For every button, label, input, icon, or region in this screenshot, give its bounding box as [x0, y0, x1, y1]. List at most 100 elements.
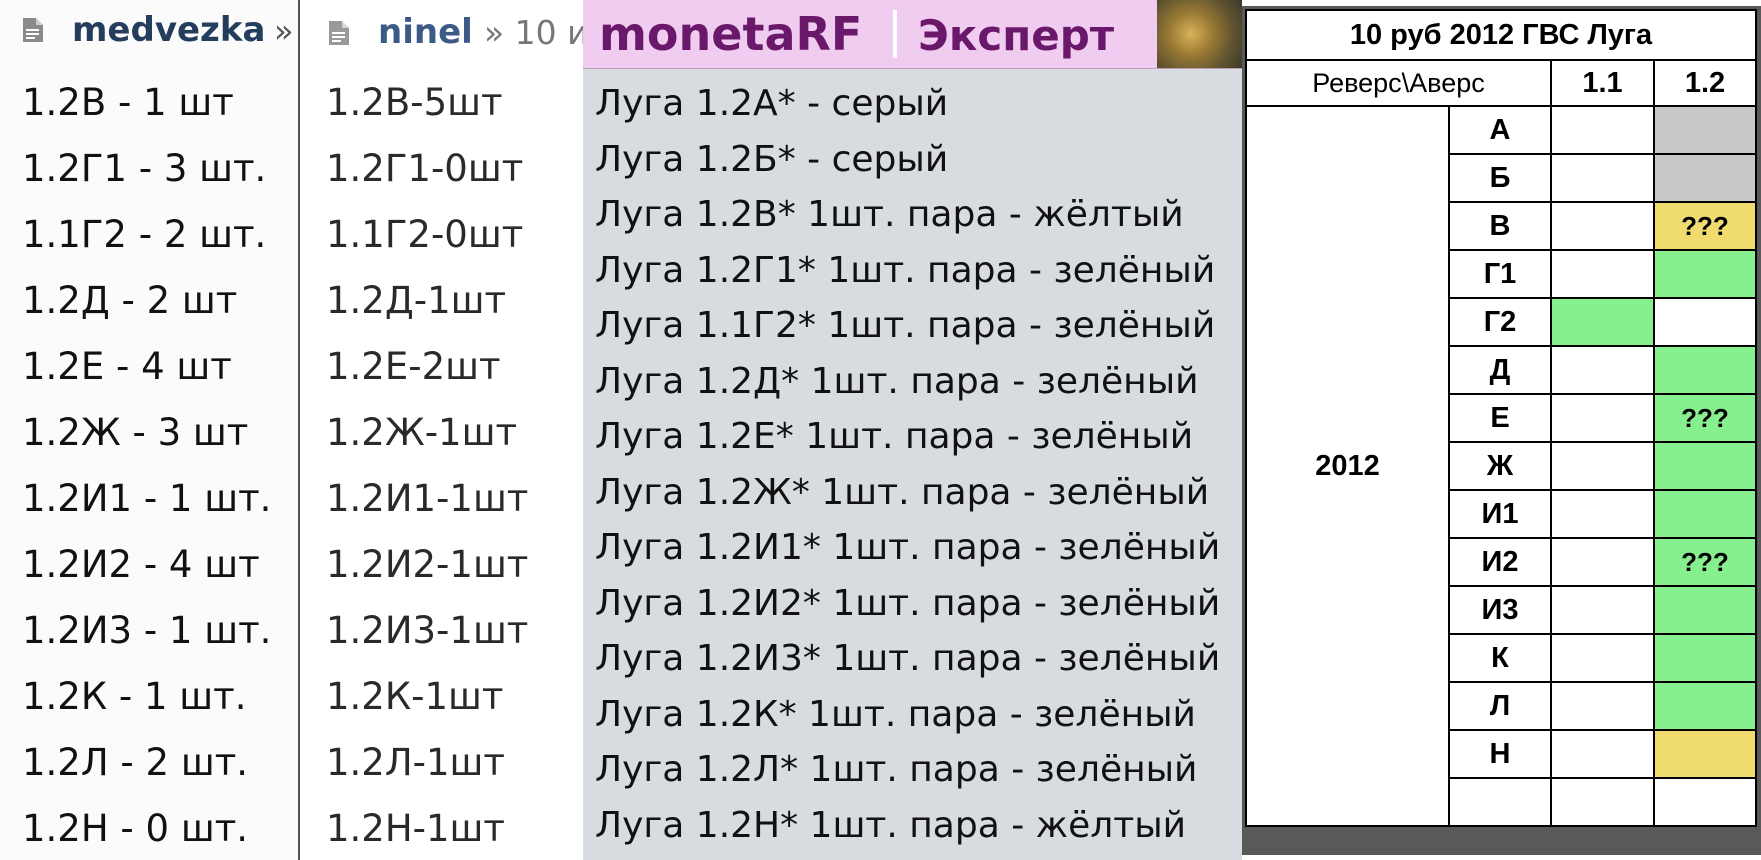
- status-cell-1-2: [1653, 681, 1757, 731]
- status-cell-1-1: [1550, 537, 1655, 587]
- username-link[interactable]: medvezka: [72, 10, 265, 50]
- status-cell-1-2: [1653, 153, 1757, 203]
- list-item: Луга 1.2Н* 1шт. пара - жёлтый: [595, 804, 1187, 846]
- list-item: 1.2Н - 0 шт.: [22, 807, 249, 850]
- file-icon: [22, 17, 44, 47]
- breadcrumb: » 10 и: [484, 13, 583, 52]
- list-item: 1.2Д - 2 шт: [22, 279, 238, 322]
- list-item: 1.2И1 - 1 шт.: [22, 477, 272, 520]
- status-cell-1-1: [1550, 777, 1655, 827]
- list-item: Луга 1.2И2* 1шт. пара - зелёный: [595, 582, 1221, 624]
- list-item: Луга 1.2Г1* 1шт. пара - зелёный: [595, 249, 1216, 291]
- status-cell-1-1: [1550, 201, 1655, 251]
- list-item: Луга 1.1Г2* 1шт. пара - зелёный: [595, 305, 1216, 346]
- moneta-list: Луга 1.2А* - серый Луга 1.2Б* - серый Луга…: [595, 80, 1220, 857]
- column-header-1-1: 1.1: [1550, 59, 1655, 107]
- variety-label: А: [1448, 105, 1552, 155]
- list-item: Луга 1.2А* - серый: [595, 83, 949, 124]
- list-item: 1.2И3-1шт: [326, 609, 529, 652]
- variety-label: И2: [1448, 537, 1552, 587]
- list-item: 1.2И2-1шт: [326, 543, 529, 586]
- list-item: 1.2И3 - 1 шт.: [22, 609, 272, 652]
- medvezka-panel: medvezka » 1.2В - 1 шт 1.2Г1 - 3 шт. 1.1Г2…: [0, 0, 298, 860]
- list-item: 1.1Г2-0шт: [326, 213, 524, 256]
- list-item: 1.2Л - 2 шт.: [22, 741, 249, 784]
- status-cell-1-1: [1550, 681, 1655, 731]
- status-cell-1-1: [1550, 393, 1655, 443]
- banner-separator: [893, 10, 897, 58]
- list-item: 1.2В-5шт: [326, 81, 503, 124]
- medvezka-header: medvezka »: [0, 0, 298, 62]
- variety-label: Б: [1448, 153, 1552, 203]
- status-cell-1-2: ???: [1653, 393, 1757, 443]
- status-cell-1-2: [1653, 489, 1757, 539]
- section-title: Эксперт: [918, 11, 1115, 60]
- list-item: 1.2И2 - 4 шт: [22, 543, 260, 586]
- list-item: Луга 1.2Л* 1шт. пара - зелёный: [595, 749, 1198, 790]
- variety-label: Л: [1448, 681, 1552, 731]
- status-cell-1-1: [1550, 249, 1655, 299]
- ninel-header: ninel » 10 и: [300, 0, 583, 62]
- status-cell-1-2: [1653, 105, 1757, 155]
- variety-label: К: [1448, 633, 1552, 683]
- list-item: Луга 1.2В* 1шт. пара - жёлтый: [595, 194, 1184, 235]
- status-cell-1-2: [1653, 441, 1757, 491]
- username-link[interactable]: ninel: [378, 12, 473, 52]
- status-cell-1-2: ???: [1653, 537, 1757, 587]
- list-item: 1.2Е - 4 шт: [22, 345, 232, 388]
- file-icon: [328, 20, 350, 50]
- variety-table-panel: 10 руб 2012 ГВС Луга Реверс\Аверс 1.1 1.…: [1242, 0, 1761, 860]
- list-item: 1.2Ж - 3 шт: [22, 411, 249, 454]
- list-item: 1.2Д-1шт: [326, 279, 507, 322]
- table-frame: 10 руб 2012 ГВС Луга Реверс\Аверс 1.1 1.…: [1242, 6, 1761, 855]
- list-item: Луга 1.2И3* 1шт. пара - зелёный: [595, 638, 1221, 679]
- table-row: 2012 А: [1245, 105, 1757, 827]
- table-title: 10 руб 2012 ГВС Луга: [1245, 9, 1757, 61]
- list-item: Луга 1.2Е* 1шт. пара - зелёный: [595, 416, 1194, 457]
- ninel-list: 1.2В-5шт 1.2Г1-0шт 1.1Г2-0шт 1.2Д-1шт 1.2Е-2…: [326, 78, 528, 860]
- list-item: 1.2Н-1шт: [326, 807, 505, 850]
- list-item: 1.2К - 1 шт.: [22, 675, 247, 718]
- list-item: Луга 1.2И1* 1шт. пара - зелёный: [595, 527, 1221, 568]
- breadcrumb-separator: »: [274, 12, 294, 50]
- coin-image: [1157, 0, 1242, 68]
- column-header-1-2: 1.2: [1653, 59, 1757, 107]
- ninel-panel: ninel » 10 и 1.2В-5шт 1.2Г1-0шт 1.1Г2-0шт 1…: [300, 0, 583, 860]
- status-cell-1-1: [1550, 585, 1655, 635]
- variety-label: Н: [1448, 729, 1552, 779]
- list-item: 1.2Г1-0шт: [326, 147, 524, 190]
- site-logo[interactable]: monetaRF: [599, 7, 862, 61]
- variety-table: 10 руб 2012 ГВС Луга Реверс\Аверс 1.1 1.…: [1245, 9, 1757, 827]
- status-cell-1-2: [1653, 297, 1757, 347]
- status-cell-1-1: [1550, 297, 1655, 347]
- status-cell-1-2: [1653, 729, 1757, 779]
- monetarf-banner: monetaRF Эксперт: [583, 0, 1242, 69]
- status-cell-1-2: [1653, 633, 1757, 683]
- list-item: 1.2К-1шт: [326, 675, 504, 718]
- status-cell-1-2: [1653, 777, 1757, 827]
- list-item: 1.2Г1 - 3 шт.: [22, 147, 267, 190]
- list-item: 1.2Л-1шт: [326, 741, 505, 784]
- list-item: Луга 1.2Б* - серый: [595, 138, 949, 180]
- list-item: Луга 1.2Д* 1шт. пара - зелёный: [595, 360, 1199, 402]
- list-item: Луга 1.2Ж* 1шт. пара - зелёный: [595, 471, 1210, 513]
- status-cell-1-1: [1550, 633, 1655, 683]
- variety-label: [1448, 777, 1552, 827]
- variety-label: Г2: [1448, 297, 1552, 347]
- status-cell-1-1: [1550, 105, 1655, 155]
- list-item: 1.2И1-1шт: [326, 477, 529, 520]
- status-cell-1-1: [1550, 489, 1655, 539]
- list-item: 1.2Ж-1шт: [326, 411, 517, 454]
- status-cell-1-2: [1653, 249, 1757, 299]
- status-cell-1-2: [1653, 345, 1757, 395]
- variety-label: И1: [1448, 489, 1552, 539]
- list-item: Луга 1.2К* 1шт. пара - зелёный: [595, 693, 1196, 735]
- variety-label: Ж: [1448, 441, 1552, 491]
- medvezka-list: 1.2В - 1 шт 1.2Г1 - 3 шт. 1.1Г2 - 2 шт. 1.2…: [22, 78, 271, 860]
- year-cell: 2012: [1245, 105, 1450, 827]
- status-cell-1-2: ???: [1653, 201, 1757, 251]
- list-item: 1.1Г2 - 2 шт.: [22, 213, 267, 256]
- list-item: 1.2Е-2шт: [326, 345, 501, 388]
- status-cell-1-1: [1550, 441, 1655, 491]
- variety-label: Г1: [1448, 249, 1552, 299]
